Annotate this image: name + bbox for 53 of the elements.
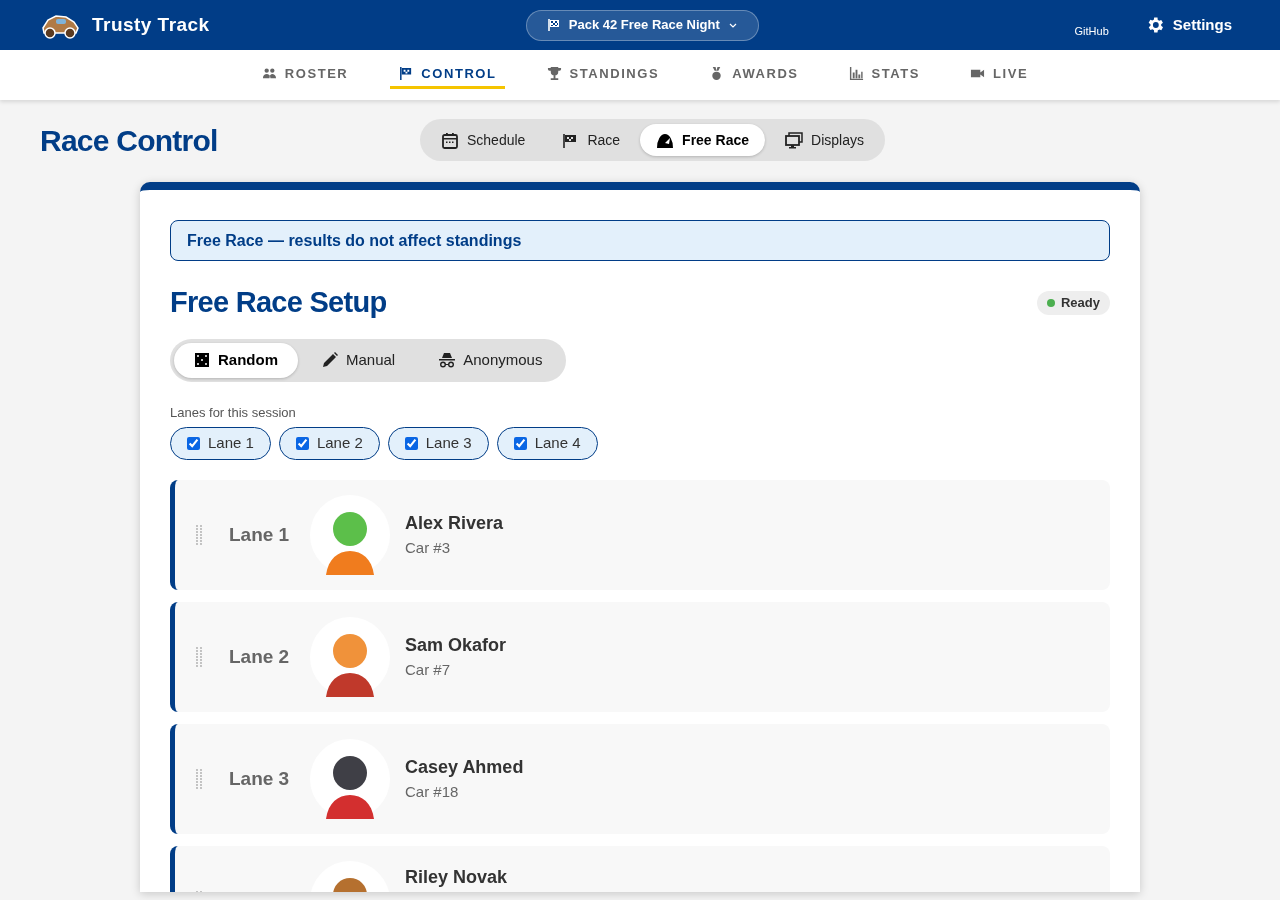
nav-tab[interactable]: STATS	[840, 61, 929, 89]
assignment-mode-tab[interactable]: Random	[174, 342, 298, 378]
lane-label: Lane 3	[229, 766, 291, 791]
lane-label: Lane 1	[229, 522, 291, 547]
lane-chip[interactable]: Lane 2	[278, 427, 380, 460]
mode-tab[interactable]: Schedule	[425, 124, 542, 156]
mode-tab[interactable]: Race	[545, 124, 637, 156]
checkered-flag-icon	[398, 66, 414, 81]
page-title: Race Control	[40, 122, 219, 159]
lanes-label: Lanes for this session	[170, 403, 297, 422]
people-icon	[261, 66, 277, 81]
mode-tab[interactable]: Free Race	[640, 124, 765, 156]
pencil-icon	[322, 352, 338, 368]
nav-tab[interactable]: STANDINGS	[538, 61, 668, 89]
lane-chip[interactable]: Lane 3	[387, 427, 489, 460]
monitor-icon	[785, 131, 803, 149]
checkered-flag-icon	[546, 18, 561, 32]
lane-chip[interactable]: Lane 4	[496, 427, 598, 460]
bar-chart-icon	[848, 66, 864, 81]
racer-name: Alex Rivera	[405, 512, 504, 536]
mode-tab[interactable]: Displays	[769, 124, 880, 156]
nav-tab[interactable]: LIVE	[962, 61, 1037, 89]
github-link[interactable]: GitHub	[1074, 22, 1109, 40]
event-selector[interactable]: Pack 42 Free Race Night	[525, 9, 759, 41]
car-number: Car #7	[405, 660, 452, 681]
assignment-mode-tab[interactable]: Anonymous	[419, 342, 563, 378]
lane-checkbox[interactable]	[187, 437, 200, 450]
trophy-icon	[546, 66, 562, 81]
info-banner: Free Race — results do not affect standings	[170, 220, 1110, 261]
assignment-mode-tab[interactable]: Manual	[302, 342, 416, 378]
car-number: Car #18	[405, 782, 460, 803]
section-title: Free Race Setup	[170, 285, 387, 320]
racer-name: Sam Okafor	[405, 634, 507, 658]
settings-link[interactable]: Settings	[1144, 13, 1232, 37]
status-badge: Ready	[1036, 290, 1110, 315]
car-number: Car #3	[405, 538, 452, 559]
drag-handle-icon[interactable]	[195, 647, 203, 667]
calendar-icon	[441, 131, 459, 149]
app-title: Trusty Track	[92, 12, 210, 37]
incognito-icon	[439, 352, 456, 368]
lane-label: Lane 2	[229, 644, 291, 669]
lane-checkbox[interactable]	[513, 437, 527, 450]
racer-name: Casey Ahmed	[405, 756, 524, 780]
dice-icon	[194, 352, 210, 368]
racer-name: Riley Novak	[405, 866, 508, 889]
lane-checkbox[interactable]	[404, 437, 418, 450]
nav-tab[interactable]: ROSTER	[253, 61, 357, 89]
drag-handle-icon[interactable]	[195, 525, 203, 545]
nav-tab[interactable]: CONTROL	[390, 61, 505, 89]
lane-checkbox[interactable]	[295, 437, 309, 450]
lane-chip[interactable]: Lane 1	[170, 427, 271, 460]
drag-handle-icon[interactable]	[195, 769, 203, 789]
nav-tab[interactable]: AWARDS	[701, 61, 807, 89]
